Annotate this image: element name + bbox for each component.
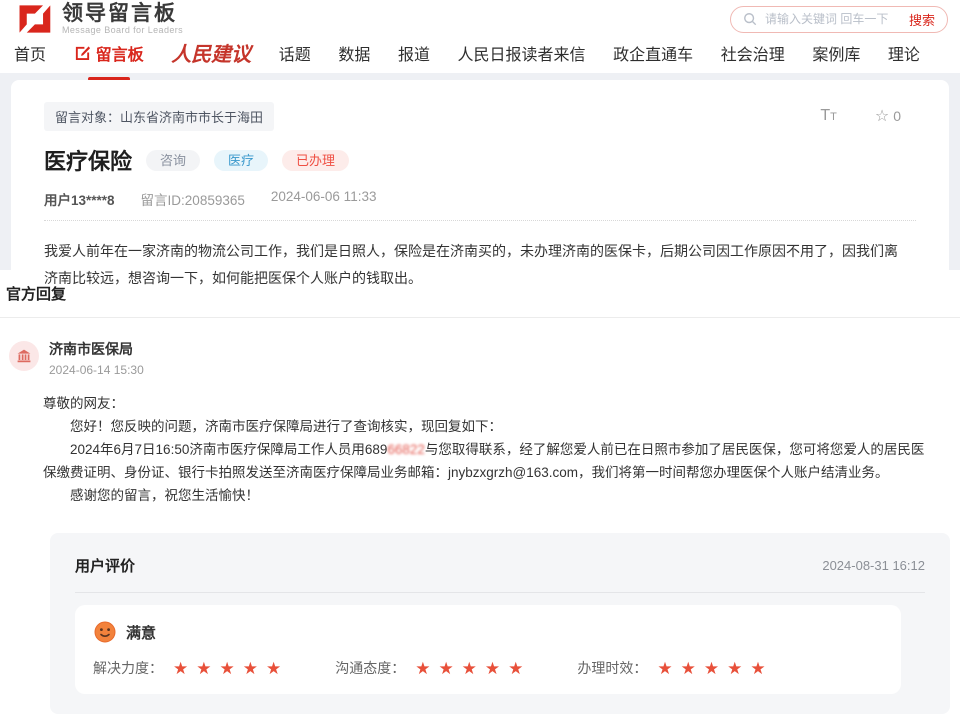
compose-pen-icon	[74, 44, 91, 61]
ratings-row: 解决力度： ★★★★★ 沟通态度： ★★★★★ 办理时效： ★★★★★	[93, 658, 883, 678]
nav-item-label: 话题	[279, 41, 311, 65]
card-actions: TT ☆ 0	[820, 106, 901, 126]
font-size-toggle-icon[interactable]: TT	[820, 107, 837, 125]
message-title: 医疗保险	[44, 144, 132, 176]
favorite-button[interactable]: ☆ 0	[875, 106, 901, 126]
agency-avatar	[9, 341, 39, 371]
rating-沟通态度: 沟通态度： ★★★★★	[335, 658, 531, 678]
evaluation-header: 用户评价 2024-08-31 16:12	[75, 555, 925, 576]
nav-item-label: 社会治理	[721, 41, 785, 65]
verdict-label: 满意	[126, 622, 156, 643]
header: 领导留言板 Message Board for Leaders 搜索	[0, 0, 960, 38]
main-nav: 首页 留言板 人民建议 话题 数据 报道 人民日报读者来信 政企直通车 社会治理 案例库 理论	[0, 38, 960, 73]
nav-item-理论[interactable]: 理论	[888, 41, 920, 65]
favorite-count: 0	[893, 108, 901, 124]
logo-text: 领导留言板 Message Board for Leaders	[62, 3, 183, 35]
page: 领导留言板 Message Board for Leaders 搜索 首页 留言板…	[0, 0, 960, 719]
redacted-phone: 66822	[387, 442, 425, 457]
message-tags: 咨询医疗已办理	[132, 150, 349, 170]
message-body: 我爱人前年在一家济南的物流公司工作，我们是日照人，保险是在济南买的，未办理济南的…	[44, 238, 916, 292]
search-input[interactable]	[765, 12, 909, 26]
message-id: 留言ID:20859365	[141, 189, 245, 209]
rating-stars: ★★★★★	[173, 660, 289, 677]
nav-item-label: 首页	[14, 41, 46, 65]
reply-divider	[0, 317, 960, 318]
nav-item-人民日报读者来信[interactable]: 人民日报读者来信	[458, 41, 586, 65]
logo-subtitle: Message Board for Leaders	[62, 25, 183, 35]
site-logo[interactable]: 领导留言板 Message Board for Leaders	[14, 0, 183, 38]
reply-paragraph: 2024年6月7日16:50济南市医疗保障局工作人员用68966822与您取得联…	[43, 438, 932, 484]
rating-解决力度: 解决力度： ★★★★★	[93, 658, 289, 678]
reply-paragraph: 您好！您反映的问题，济南市医疗保障局进行了查询核实，现回复如下：	[43, 415, 932, 438]
evaluation-card: 满意 解决力度： ★★★★★ 沟通态度： ★★★★★ 办理时效： ★★★★★	[75, 605, 901, 694]
message-card: 留言对象：山东省济南市市长于海田 医疗保险 咨询医疗已办理 TT ☆ 0 用户1…	[11, 80, 949, 270]
message-tag-已办理: 已办理	[282, 150, 349, 171]
rating-办理时效: 办理时效： ★★★★★	[577, 658, 773, 678]
search-icon	[743, 12, 757, 26]
verdict-row: 满意	[93, 620, 883, 644]
agency-info: 济南市医保局 2024-06-14 15:30	[49, 339, 144, 377]
rating-stars: ★★★★★	[657, 660, 773, 677]
message-tag-咨询: 咨询	[146, 150, 200, 171]
rating-label: 办理时效：	[577, 658, 647, 678]
evaluation-date: 2024-08-31 16:12	[822, 558, 925, 573]
nav-item-首页[interactable]: 首页	[14, 41, 46, 65]
reply-paragraph: 感谢您的留言，祝您生活愉快！	[43, 484, 932, 507]
reply-body: 尊敬的网友： 您好！您反映的问题，济南市医疗保障局进行了查询核实，现回复如下： …	[43, 392, 932, 507]
search-button[interactable]: 搜索	[909, 10, 935, 29]
user-evaluation-panel: 用户评价 2024-08-31 16:12 满意 解决力度：★★★★★沟通态度：…	[50, 533, 950, 714]
dotted-divider	[44, 220, 916, 221]
nav-item-数据[interactable]: 数据	[338, 41, 370, 65]
nav-item-话题[interactable]: 话题	[279, 41, 311, 65]
nav-item-label: 案例库	[812, 41, 860, 65]
nav-item-label: 数据	[338, 41, 370, 65]
message-tag-医疗: 医疗	[214, 150, 268, 171]
nav-item-留言板[interactable]: 留言板	[74, 41, 144, 65]
nav-item-label: 人民日报读者来信	[458, 41, 586, 65]
reply-date: 2024-06-14 15:30	[49, 363, 144, 377]
nav-item-政企直通车[interactable]: 政企直通车	[613, 41, 693, 65]
nav-item-label: 报道	[398, 41, 430, 65]
logo-mark-icon	[14, 0, 54, 38]
content-band: 留言对象：山东省济南市市长于海田 医疗保险 咨询医疗已办理 TT ☆ 0 用户1…	[0, 73, 960, 270]
official-reply-section: 官方回复 济南市医保局 2024-06-14 15:30 尊敬的网友： 您好！您	[0, 270, 960, 714]
nav-item-社会治理[interactable]: 社会治理	[721, 41, 785, 65]
nav-item-人民建议[interactable]: 人民建议	[171, 38, 251, 67]
message-target-tag: 留言对象：山东省济南市市长于海田	[44, 102, 274, 131]
nav-item-案例库[interactable]: 案例库	[812, 41, 860, 65]
agency-name: 济南市医保局	[49, 339, 144, 359]
evaluation-divider	[75, 592, 925, 593]
evaluation-title: 用户评价	[75, 555, 135, 576]
nav-item-label: 理论	[888, 41, 920, 65]
message-meta: 用户13****8 留言ID:20859365 2024-06-06 11:33	[44, 189, 916, 209]
message-user: 用户13****8	[44, 189, 115, 209]
government-building-icon	[16, 348, 32, 364]
smiley-face-icon	[93, 620, 117, 644]
rating-stars: ★★★★★	[415, 660, 531, 677]
agency-row: 济南市医保局 2024-06-14 15:30	[9, 339, 960, 377]
search-box[interactable]: 搜索	[730, 6, 948, 33]
message-date: 2024-06-06 11:33	[271, 189, 377, 209]
nav-item-label: 人民建议	[171, 38, 251, 67]
rating-label: 沟通态度：	[335, 658, 405, 678]
rating-label: 解决力度：	[93, 658, 163, 678]
nav-item-label: 留言板	[96, 41, 144, 65]
message-title-row: 医疗保险 咨询医疗已办理	[44, 144, 916, 176]
nav-item-报道[interactable]: 报道	[398, 41, 430, 65]
nav-item-label: 政企直通车	[613, 41, 693, 65]
reply-paragraph: 尊敬的网友：	[43, 392, 932, 415]
logo-title: 领导留言板	[62, 3, 183, 25]
favorite-star-icon: ☆	[875, 106, 889, 126]
